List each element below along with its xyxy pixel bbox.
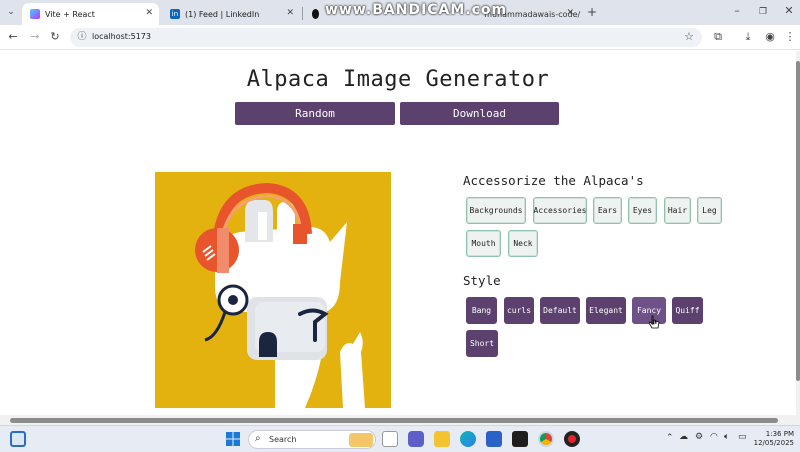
browser-tab-bar: ⌄ Vite + React ✕ in (1) Feed | LinkedIn … [0, 0, 800, 25]
download-button[interactable]: Download [400, 102, 559, 125]
tab-vite-react[interactable]: Vite + React ✕ [22, 3, 159, 25]
page-content: Alpaca Image Generator Random Download A… [0, 51, 796, 415]
github-favicon-icon [312, 9, 320, 19]
page-title: Alpaca Image Generator [246, 67, 550, 92]
tab-title: Vite + React [45, 9, 95, 19]
extensions-icon[interactable]: ⧉ [711, 30, 725, 44]
teams-icon[interactable] [408, 431, 424, 447]
browser-toolbar: ← → ↻ ⓘ localhost:5173 ☆ ⧉ ⤓ ◉ ⋮ [0, 25, 800, 50]
style-curls-button[interactable]: curls [504, 297, 534, 324]
edge-icon[interactable] [460, 431, 476, 447]
tab-title: (1) Feed | LinkedIn [185, 9, 260, 19]
tab-linkedin[interactable]: in (1) Feed | LinkedIn ✕ [162, 3, 300, 25]
style-short-button[interactable]: Short [466, 330, 498, 357]
style-quiff-button[interactable]: Quiff [672, 297, 703, 324]
windows-start-icon[interactable] [226, 432, 240, 446]
search-icon: ⌕ [255, 433, 261, 444]
url-text: localhost:5173 [92, 32, 151, 41]
vertical-scrollbar[interactable] [796, 51, 800, 415]
search-label: Search [269, 435, 297, 444]
recording-watermark: www.BANDICAM.com [325, 2, 508, 18]
bookmark-star-icon[interactable]: ☆ [682, 30, 696, 44]
bandicam-icon[interactable] [564, 431, 580, 447]
search-highlight-icon [349, 433, 373, 447]
volume-icon[interactable]: 🔈︎ [724, 432, 729, 442]
store-icon[interactable] [486, 431, 502, 447]
scrollbar-thumb[interactable] [10, 418, 778, 423]
accessory-mouth-button[interactable]: Mouth [466, 230, 501, 257]
widgets-icon[interactable] [10, 431, 26, 447]
tab-search-icon[interactable]: ⌄ [4, 5, 18, 19]
alpaca-eye [228, 295, 238, 305]
close-icon[interactable]: ✕ [286, 8, 294, 18]
accessorize-heading: Accessorize the Alpaca's [463, 173, 644, 188]
clock-date: 12/05/2025 [753, 439, 794, 447]
task-view-icon[interactable] [382, 431, 398, 447]
cloud-icon[interactable]: ☁ [679, 432, 688, 442]
new-tab-icon[interactable]: + [585, 5, 599, 19]
windows-taskbar: ⌕ Search ⌃ ☁ ⚙ ◠ 🔈︎ ▭ 1:36 PM 12/05/2025 [0, 425, 800, 452]
accessory-ears-button[interactable]: Ears [593, 197, 622, 224]
file-explorer-icon[interactable] [434, 431, 450, 447]
tray-app-icon[interactable]: ⚙ [695, 432, 703, 442]
accessory-leg-button[interactable]: Leg [697, 197, 722, 224]
alpaca-hair [258, 212, 267, 240]
minimize-icon[interactable]: – [730, 4, 744, 18]
alpaca-image [155, 172, 391, 408]
vite-favicon-icon [30, 9, 40, 19]
horizontal-scrollbar[interactable] [0, 415, 800, 425]
menu-icon[interactable]: ⋮ [783, 30, 797, 44]
close-icon[interactable]: ✕ [566, 8, 574, 18]
scrollbar-thumb[interactable] [796, 61, 800, 381]
style-default-button[interactable]: Default [540, 297, 580, 324]
accessory-accessories-button[interactable]: Accessories [533, 197, 587, 224]
downloads-icon[interactable]: ⤓ [741, 30, 755, 44]
profile-icon[interactable]: ◉ [763, 30, 777, 44]
clock-time: 1:36 PM [765, 430, 794, 438]
taskbar-clock[interactable]: 1:36 PM 12/05/2025 [752, 430, 794, 448]
wifi-icon[interactable]: ◠ [710, 432, 718, 442]
accessory-backgrounds-button[interactable]: Backgrounds [466, 197, 526, 224]
style-bang-button[interactable]: Bang [466, 297, 497, 324]
alpaca-mouth [259, 332, 277, 357]
accessory-hair-button[interactable]: Hair [664, 197, 691, 224]
terminal-icon[interactable] [512, 431, 528, 447]
style-heading: Style [463, 273, 501, 288]
site-info-icon[interactable]: ⓘ [75, 30, 89, 44]
linkedin-favicon-icon: in [170, 9, 180, 19]
restore-icon[interactable]: ❐ [756, 5, 770, 19]
tray-chevron-icon[interactable]: ⌃ [666, 433, 674, 443]
headphone-cup-right [293, 224, 307, 244]
close-icon[interactable]: ✕ [145, 8, 153, 18]
back-icon[interactable]: ← [6, 30, 20, 44]
taskbar-search[interactable]: ⌕ Search [248, 430, 376, 449]
random-button[interactable]: Random [235, 102, 395, 125]
accessory-eyes-button[interactable]: Eyes [628, 197, 657, 224]
address-bar[interactable]: ⓘ localhost:5173 ☆ [70, 28, 702, 47]
reload-icon[interactable]: ↻ [48, 30, 62, 44]
mouse-cursor-icon [649, 315, 660, 329]
accessory-neck-button[interactable]: Neck [508, 230, 538, 257]
forward-icon[interactable]: → [28, 30, 42, 44]
chrome-icon[interactable] [538, 431, 554, 447]
headphone-cushion [217, 228, 229, 273]
window-close-icon[interactable]: ✕ [782, 4, 796, 18]
tab-separator [302, 7, 303, 20]
style-elegant-button[interactable]: Elegant [586, 297, 626, 324]
battery-icon[interactable]: ▭ [738, 432, 747, 442]
